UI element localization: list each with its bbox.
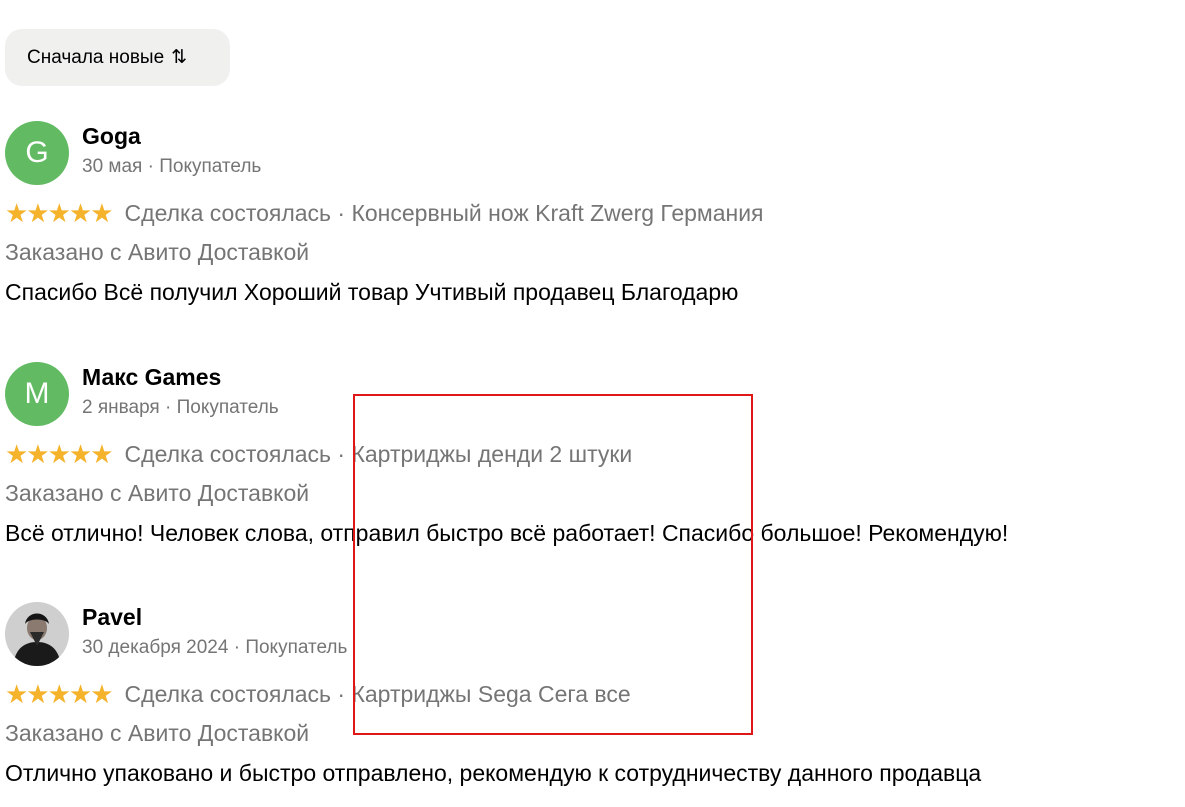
deal-info: Сделка состоялась · Картриджы Sega Сега … <box>124 680 631 707</box>
review-meta: 30 мая · Покупатель <box>82 156 262 177</box>
avatar-letter: M <box>24 377 50 410</box>
sort-label: Сначала новые <box>27 46 165 68</box>
delivery-info: Заказано с Авито Доставкой <box>5 480 310 506</box>
sort-arrows-icon: ⇅ <box>171 47 187 68</box>
rating-line: ★★★★★ Сделка состоялась · Консервный нож… <box>5 197 764 228</box>
author-name[interactable]: Pavel <box>82 604 142 631</box>
review-text: Всё отлично! Человек слова, отправил быс… <box>5 520 1009 546</box>
star-rating-icon: ★★★★★ <box>5 678 114 709</box>
user-photo-icon <box>5 602 69 666</box>
rating-line: ★★★★★ Сделка состоялась · Картриджы денд… <box>5 438 633 469</box>
avatar[interactable]: M <box>5 362 69 426</box>
rating-line: ★★★★★ Сделка состоялась · Картриджы Sega… <box>5 678 631 709</box>
avatar[interactable]: G <box>5 121 69 185</box>
deal-info: Сделка состоялась · Картриджы денди 2 шт… <box>124 440 633 467</box>
sort-button[interactable]: Сначала новые ⇅ <box>5 29 230 86</box>
author-name[interactable]: Макс Games <box>82 364 221 391</box>
star-rating-icon: ★★★★★ <box>5 438 114 469</box>
review-text: Спасибо Всё получил Хороший товар Учтивы… <box>5 279 739 305</box>
delivery-info: Заказано с Авито Доставкой <box>5 720 310 746</box>
avatar-letter: G <box>25 136 49 169</box>
author-name[interactable]: Goga <box>82 123 141 150</box>
delivery-info: Заказано с Авито Доставкой <box>5 239 310 265</box>
review-meta: 2 января · Покупатель <box>82 397 279 418</box>
review-text: Отлично упаковано и быстро отправлено, р… <box>5 760 982 786</box>
avatar[interactable] <box>5 602 69 666</box>
deal-info: Сделка состоялась · Консервный нож Kraft… <box>124 199 764 226</box>
star-rating-icon: ★★★★★ <box>5 197 114 228</box>
review-meta: 30 декабря 2024 · Покупатель <box>82 637 348 658</box>
